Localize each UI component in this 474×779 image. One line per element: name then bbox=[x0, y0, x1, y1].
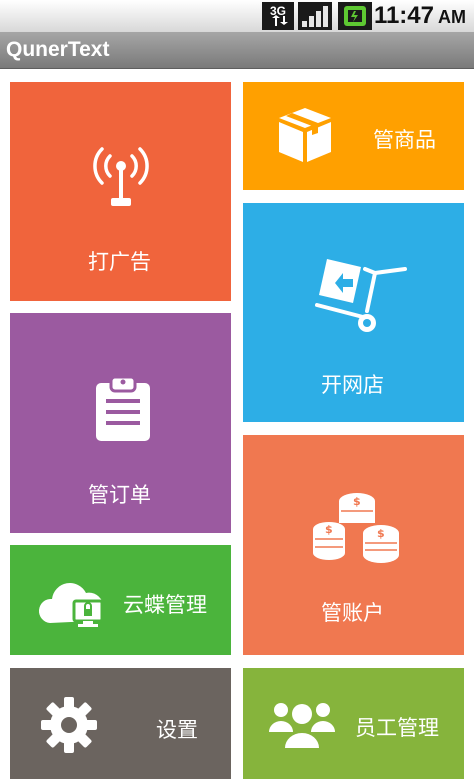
tile-open-store-label: 开网店 bbox=[321, 373, 384, 397]
tile-settings-label: 设置 bbox=[156, 718, 198, 742]
signal-strength-icon bbox=[298, 2, 332, 30]
tile-accounts[interactable]: $ $ $ 管账户 bbox=[243, 435, 464, 655]
tile-staff-management[interactable]: 员工管理 bbox=[243, 668, 464, 779]
tile-cloud-management-label: 云蝶管理 bbox=[123, 593, 207, 617]
tile-accounts-label: 管账户 bbox=[321, 601, 384, 625]
network-3g-icon: 3G bbox=[262, 2, 294, 30]
hand-truck-icon bbox=[315, 259, 407, 332]
tile-cloud-management[interactable]: 云蝶管理 bbox=[10, 545, 231, 655]
gear-icon bbox=[41, 697, 97, 753]
svg-text:$: $ bbox=[377, 527, 385, 540]
tile-open-store[interactable]: 开网店 bbox=[243, 203, 464, 422]
svg-text:$: $ bbox=[353, 495, 361, 508]
tile-products[interactable]: 管商品 bbox=[243, 82, 464, 190]
tile-staff-management-label: 员工管理 bbox=[355, 716, 439, 740]
status-clock: 11:47 AM bbox=[374, 2, 466, 30]
tile-products-label: 管商品 bbox=[373, 128, 436, 152]
tile-settings[interactable]: 设置 bbox=[10, 668, 231, 779]
tile-orders-label: 管订单 bbox=[88, 483, 151, 507]
app-title: QunerText bbox=[6, 38, 110, 61]
svg-text:$: $ bbox=[325, 523, 333, 536]
app-title-bar: QunerText bbox=[0, 32, 474, 69]
clock-ampm: AM bbox=[438, 7, 466, 27]
cloud-monitor-icon bbox=[38, 583, 104, 627]
svg-text:3G: 3G bbox=[270, 4, 286, 18]
status-bar: 3G 11:47 AM bbox=[0, 0, 474, 32]
package-box-icon bbox=[279, 108, 331, 162]
users-icon bbox=[269, 703, 335, 749]
antenna-icon bbox=[93, 147, 149, 206]
tile-advertise[interactable]: 打广告 bbox=[10, 82, 231, 301]
clipboard-icon bbox=[96, 375, 150, 441]
coins-icon: $ $ $ bbox=[313, 493, 399, 563]
clock-time: 11:47 bbox=[373, 2, 434, 29]
tile-advertise-label: 打广告 bbox=[88, 250, 151, 274]
tile-orders[interactable]: 管订单 bbox=[10, 313, 231, 533]
battery-icon bbox=[338, 2, 372, 30]
